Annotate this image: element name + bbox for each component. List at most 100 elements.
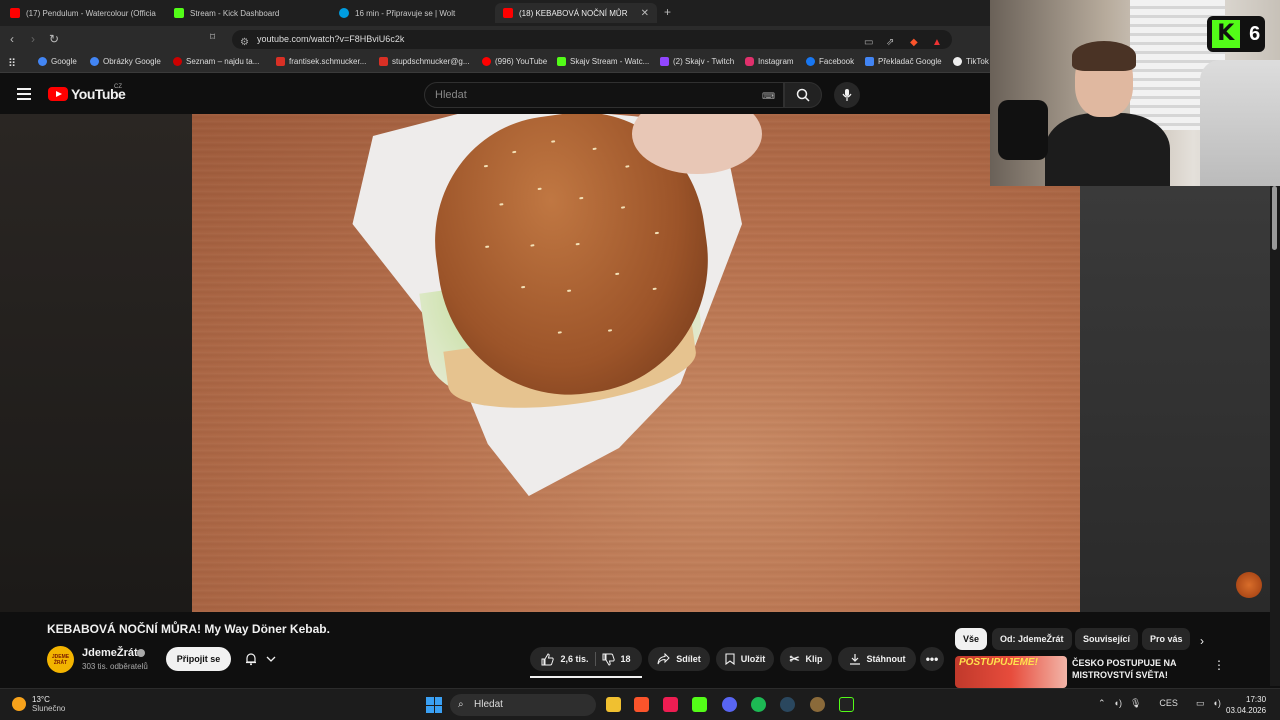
- game-icon[interactable]: [810, 697, 825, 712]
- address-bar[interactable]: ⚙ youtube.com/watch?v=F8HBviU6c2k ▭ ⇗ ◆ …: [232, 30, 952, 49]
- wolt-favicon-icon: [339, 8, 349, 18]
- volume-icon[interactable]: ◖): [1114, 698, 1122, 709]
- speaker-icon[interactable]: ◖): [1212, 698, 1220, 709]
- streamer: [1045, 41, 1170, 186]
- back-icon[interactable]: ‹: [10, 32, 14, 46]
- forward-icon[interactable]: ›: [31, 32, 35, 46]
- bookmark-label: Facebook: [819, 57, 855, 66]
- browser-tab[interactable]: 16 min - Připravuje se | Wolt: [331, 3, 491, 23]
- dislike-count: 18: [620, 654, 631, 664]
- share-icon[interactable]: ⇗: [886, 33, 894, 52]
- tab-label: Stream - Kick Dashboard: [190, 8, 280, 18]
- browser-tab-strip: (17) Pendulum - Watercolour (Officia Str…: [0, 0, 990, 26]
- kick-icon[interactable]: [692, 697, 707, 712]
- bookmark-item[interactable]: Instagram: [745, 57, 794, 66]
- clip-button[interactable]: ✂ Klip: [780, 647, 832, 671]
- video-player[interactable]: [192, 114, 1080, 612]
- download-button[interactable]: Stáhnout: [838, 647, 916, 671]
- youtube-logo[interactable]: YouTube CZ: [48, 84, 126, 102]
- bookmark-item[interactable]: Google: [38, 57, 77, 66]
- close-icon[interactable]: ✕: [641, 8, 649, 19]
- weather-widget[interactable]: 13°C Slunečno: [12, 695, 65, 713]
- microphone-icon[interactable]: 🎙: [1130, 698, 1141, 709]
- share-button[interactable]: Sdílet: [648, 647, 710, 671]
- tab-label: (18) KEBABOVÁ NOČNÍ MŮR: [519, 8, 628, 18]
- menu-icon[interactable]: [17, 88, 31, 100]
- browser-tab[interactable]: Stream - Kick Dashboard: [166, 3, 326, 23]
- search-input[interactable]: Hledat: [424, 82, 784, 108]
- bookmark-item[interactable]: (996) YouTube: [482, 57, 547, 66]
- chevron-right-icon[interactable]: ›: [1200, 634, 1204, 648]
- spotify-icon[interactable]: [751, 697, 766, 712]
- bookmark-item[interactable]: Seznam – najdu ta...: [173, 57, 259, 66]
- bookmark-item[interactable]: Překladač Google: [865, 57, 942, 66]
- channel-avatar[interactable]: JDEME ŽRÁT: [47, 646, 74, 673]
- taskbar-search[interactable]: ⌕ Hledat: [450, 694, 596, 716]
- viewer-count: 6: [1249, 22, 1261, 45]
- bookmark-label: Obrázky Google: [103, 57, 161, 66]
- cast-icon[interactable]: ▭: [864, 33, 873, 52]
- file-explorer-icon[interactable]: [606, 697, 621, 712]
- thumbs-up-icon: [541, 652, 555, 665]
- recommendation-thumbnail[interactable]: POSTUPUJEME!: [955, 656, 1067, 688]
- rewards-icon[interactable]: ▲: [932, 33, 942, 52]
- youtube-favicon-icon: [503, 8, 513, 18]
- site-info-icon[interactable]: ⚙: [240, 33, 249, 52]
- clock[interactable]: 17:30 03.04.2026: [1226, 694, 1266, 716]
- bookmark-item[interactable]: Obrázky Google: [90, 57, 161, 66]
- twitch-icon: [660, 57, 669, 66]
- like-count: 2,6 tis.: [560, 654, 589, 664]
- streamer-app-icon[interactable]: [839, 697, 854, 712]
- bookmarks-bar: ⠿ Google Obrázky Google Seznam – najdu t…: [0, 53, 990, 73]
- chevron-up-icon[interactable]: ⌃: [1098, 698, 1106, 709]
- scissors-icon: ✂: [789, 652, 800, 666]
- brave-icon[interactable]: [634, 697, 649, 712]
- keyboard-icon[interactable]: ⌨: [762, 91, 775, 102]
- brave-shield-icon[interactable]: ◆: [910, 33, 918, 52]
- voice-search-button[interactable]: [834, 82, 860, 108]
- language-indicator[interactable]: CES: [1159, 698, 1178, 709]
- network-icon[interactable]: ▭: [1196, 698, 1205, 709]
- microphone: [998, 100, 1048, 160]
- chip-for-you[interactable]: Pro vás: [1142, 628, 1190, 650]
- time: 17:30: [1246, 695, 1267, 704]
- temperature: 13°C: [32, 695, 50, 704]
- join-button[interactable]: Připojit se: [166, 647, 231, 671]
- bookmark-item[interactable]: stupdschmucker@g...: [379, 57, 469, 66]
- chip-related[interactable]: Související: [1075, 628, 1139, 650]
- browser-tab-active[interactable]: (18) KEBABOVÁ NOČNÍ MŮR ✕: [495, 3, 657, 23]
- url-text: youtube.com/watch?v=F8HBviU6c2k: [257, 34, 405, 44]
- scrollbar[interactable]: [1270, 186, 1280, 686]
- start-button[interactable]: [426, 697, 442, 713]
- scrollbar-thumb[interactable]: [1272, 186, 1277, 250]
- dislike-button[interactable]: 18: [602, 653, 631, 666]
- like-button[interactable]: 2,6 tis.: [541, 652, 589, 666]
- tiktok-icon[interactable]: [663, 697, 678, 712]
- save-button[interactable]: Uložit: [716, 647, 774, 671]
- reload-icon[interactable]: ↻: [49, 32, 59, 46]
- bookmark-item[interactable]: (2) Skajv - Twitch: [660, 57, 734, 66]
- notification-button[interactable]: [238, 647, 282, 671]
- bookmark-save-icon: [725, 653, 735, 665]
- channel-watermark[interactable]: [1236, 572, 1262, 598]
- weather-condition: Slunečno: [32, 704, 66, 713]
- recommendation-title[interactable]: ČESKO POSTUPUJE NA MISTROVSTVÍ SVĚTA!: [1072, 657, 1202, 681]
- more-vertical-icon[interactable]: ⋮: [1213, 658, 1225, 672]
- bookmark-item[interactable]: Skajv Stream - Watc...: [557, 57, 649, 66]
- chip-all[interactable]: Vše: [955, 628, 988, 650]
- ambient-left: [0, 114, 192, 612]
- new-tab-button[interactable]: +: [664, 5, 671, 19]
- bookmark-item[interactable]: frantisek.schmucker...: [276, 57, 366, 66]
- discord-icon[interactable]: [722, 697, 737, 712]
- bookmark-icon[interactable]: ⌑: [210, 32, 215, 43]
- youtube-favicon-icon: [10, 8, 20, 18]
- browser-tab[interactable]: (17) Pendulum - Watercolour (Officia: [2, 3, 162, 23]
- steam-icon[interactable]: [780, 697, 795, 712]
- chip-from-channel[interactable]: Od: JdemeŽrát: [992, 628, 1072, 650]
- apps-icon[interactable]: ⠿: [8, 57, 16, 70]
- bookmark-item[interactable]: Facebook: [806, 57, 854, 66]
- search-button[interactable]: [784, 82, 822, 108]
- bookmark-item[interactable]: TikTok: [953, 57, 989, 66]
- channel-name[interactable]: JdemeŽrát: [82, 647, 138, 659]
- more-actions-button[interactable]: •••: [920, 647, 944, 671]
